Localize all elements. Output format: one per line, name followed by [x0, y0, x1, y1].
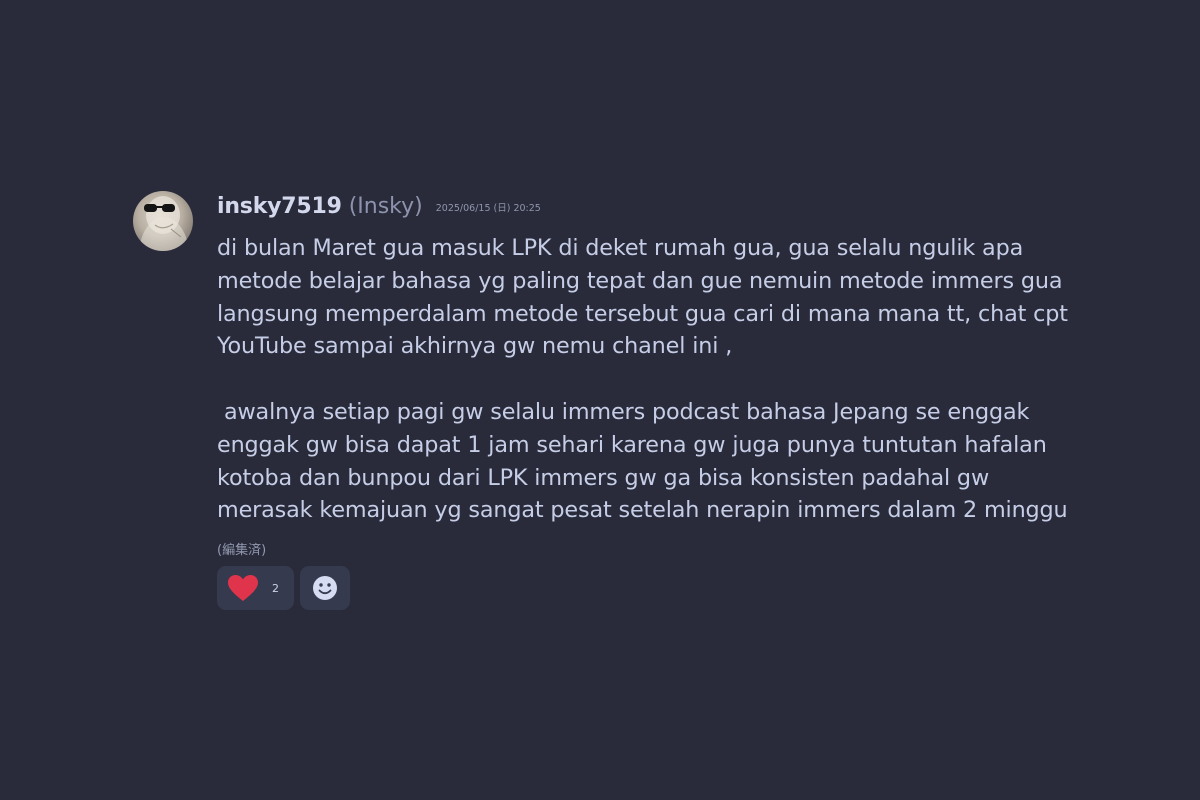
- reactions-bar: 2: [217, 566, 1087, 611]
- add-reaction-smiley-icon: [313, 576, 337, 601]
- edited-label: (編集済): [217, 543, 267, 559]
- timestamp: 2025/06/15 (日) 20:25: [435, 203, 541, 214]
- heart-icon: [228, 575, 258, 602]
- message-header: insky7519 (Insky) 2025/06/15 (日) 20:25: [217, 190, 1087, 224]
- add-reaction-button[interactable]: [300, 566, 350, 611]
- display-name: (Insky): [348, 194, 423, 219]
- avatar[interactable]: [133, 191, 193, 251]
- message-body: di bulan Maret gua masuk LPK di deket ru…: [217, 235, 1068, 524]
- sunglasses-avatar-icon: [139, 196, 189, 251]
- reaction-count: 2: [272, 581, 279, 595]
- message-content: insky7519 (Insky) 2025/06/15 (日) 20:25 d…: [217, 190, 1087, 611]
- heart-reaction-button[interactable]: 2: [217, 566, 294, 611]
- username[interactable]: insky7519: [217, 190, 342, 224]
